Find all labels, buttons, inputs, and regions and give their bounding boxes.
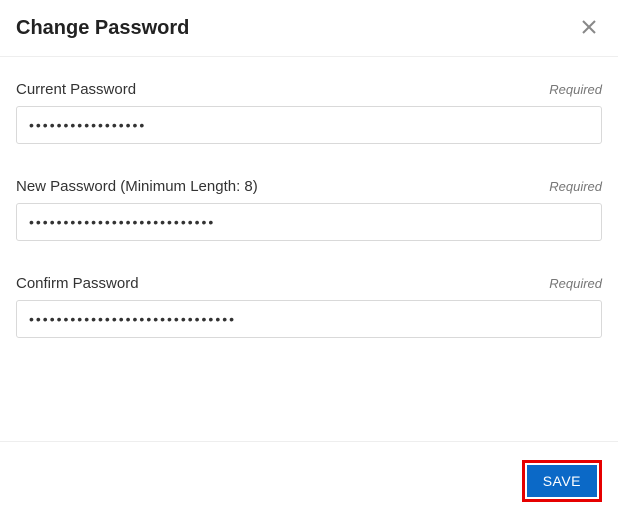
dialog-title: Change Password (16, 17, 189, 40)
new-password-field: New Password (Minimum Length: 8) Require… (16, 178, 602, 241)
field-label-row: Confirm Password Required (16, 275, 602, 292)
current-password-label: Current Password (16, 81, 136, 98)
dialog-header: Change Password (0, 0, 618, 57)
field-label-row: New Password (Minimum Length: 8) Require… (16, 178, 602, 195)
required-indicator: Required (549, 179, 602, 194)
save-button[interactable]: SAVE (527, 465, 597, 497)
required-indicator: Required (549, 82, 602, 97)
close-icon (582, 17, 596, 39)
dialog-body: Current Password Required New Password (… (0, 57, 618, 441)
close-button[interactable] (576, 14, 602, 42)
new-password-label: New Password (Minimum Length: 8) (16, 178, 258, 195)
confirm-password-input[interactable] (16, 300, 602, 338)
save-button-highlight: SAVE (522, 460, 602, 502)
change-password-dialog: Change Password Current Password Require… (0, 0, 618, 516)
new-password-input[interactable] (16, 203, 602, 241)
dialog-footer: SAVE (0, 441, 618, 516)
confirm-password-field: Confirm Password Required (16, 275, 602, 338)
field-label-row: Current Password Required (16, 81, 602, 98)
confirm-password-label: Confirm Password (16, 275, 139, 292)
current-password-input[interactable] (16, 106, 602, 144)
current-password-field: Current Password Required (16, 81, 602, 144)
required-indicator: Required (549, 276, 602, 291)
